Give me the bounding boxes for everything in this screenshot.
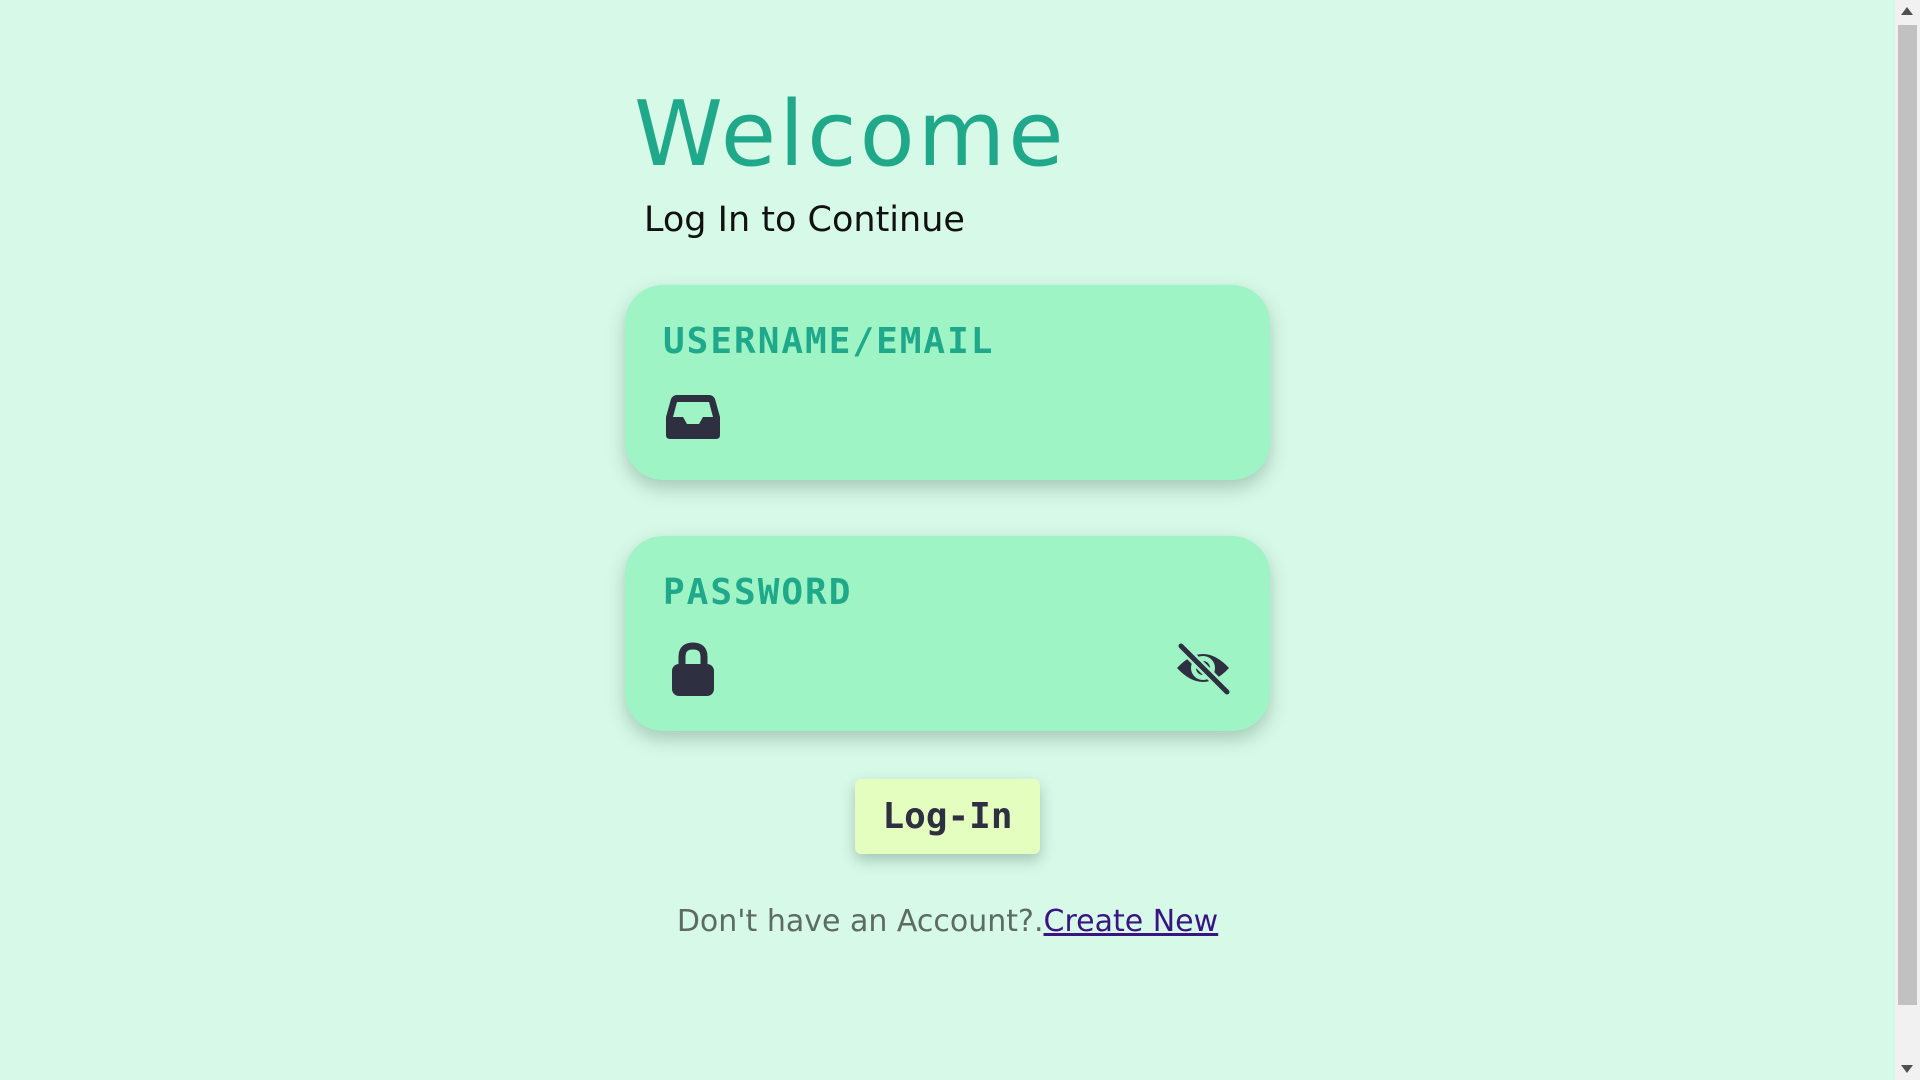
login-button[interactable]: Log-In <box>855 779 1040 854</box>
scroll-thumb[interactable] <box>1898 25 1917 1005</box>
username-card: USERNAME/EMAIL <box>625 285 1270 480</box>
vertical-scrollbar[interactable] <box>1895 0 1920 1080</box>
password-card: PASSWORD <box>625 536 1270 731</box>
lock-icon <box>672 642 714 696</box>
login-page: Welcome Log In to Continue USERNAME/EMAI… <box>0 0 1920 1080</box>
scroll-down-icon[interactable] <box>1901 1065 1913 1073</box>
inbox-icon <box>666 395 720 439</box>
page-subtitle: Log In to Continue <box>644 200 965 240</box>
password-label: PASSWORD <box>663 572 853 613</box>
create-new-link[interactable]: Create New <box>1044 904 1219 939</box>
page-title: Welcome <box>634 82 1067 187</box>
scroll-up-icon[interactable] <box>1901 7 1913 15</box>
signup-prompt: Don't have an Account?.Create New <box>0 904 1895 939</box>
eye-slash-icon[interactable] <box>1173 640 1233 696</box>
signup-prompt-text: Don't have an Account?. <box>676 904 1044 939</box>
password-input[interactable] <box>741 642 1145 700</box>
username-input[interactable] <box>741 391 1145 449</box>
username-label: USERNAME/EMAIL <box>663 321 995 362</box>
